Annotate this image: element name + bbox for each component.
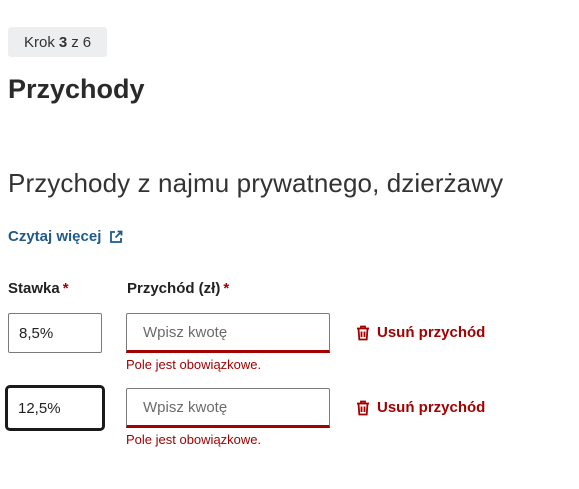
income-amount-input[interactable]: [126, 313, 330, 353]
step-of: z: [71, 33, 79, 51]
step-current: 3: [58, 33, 68, 51]
read-more-label: Czytaj więcej: [8, 228, 102, 245]
step-indicator: Krok 3 z 6: [8, 27, 108, 57]
income-row: Usuń przychód Pole jest obowiązkowe.: [0, 386, 579, 466]
step-total: 6: [82, 33, 92, 51]
page-title: Przychody: [8, 74, 145, 104]
trash-icon: [356, 400, 370, 416]
delete-income-button[interactable]: Usuń przychód: [356, 399, 485, 416]
rate-column-label: Stawka *: [8, 280, 69, 297]
rate-input[interactable]: [6, 386, 104, 430]
income-column-label: Przychód (zł) *: [127, 280, 229, 297]
income-row: Usuń przychód Pole jest obowiązkowe.: [0, 313, 579, 393]
delete-income-label: Usuń przychód: [377, 324, 486, 341]
error-message: Pole jest obowiązkowe.: [126, 432, 262, 447]
step-prefix: Krok: [24, 33, 55, 51]
required-mark: *: [223, 280, 230, 297]
delete-income-label: Usuń przychód: [377, 399, 486, 416]
required-mark: *: [62, 280, 69, 297]
page: Krok 3 z 6 Przychody Przychody z najmu p…: [0, 0, 579, 489]
income-label-text: Przychód (zł): [127, 280, 221, 297]
rate-input[interactable]: [8, 313, 102, 353]
trash-icon: [356, 325, 370, 341]
rate-label-text: Stawka: [8, 280, 60, 297]
external-link-icon: [109, 230, 123, 244]
delete-income-button[interactable]: Usuń przychód: [356, 324, 485, 341]
section-title: Przychody z najmu prywatnego, dzierżawy: [8, 168, 504, 198]
error-message: Pole jest obowiązkowe.: [126, 357, 262, 372]
read-more-link[interactable]: Czytaj więcej: [8, 228, 123, 245]
income-amount-input[interactable]: [126, 388, 330, 428]
